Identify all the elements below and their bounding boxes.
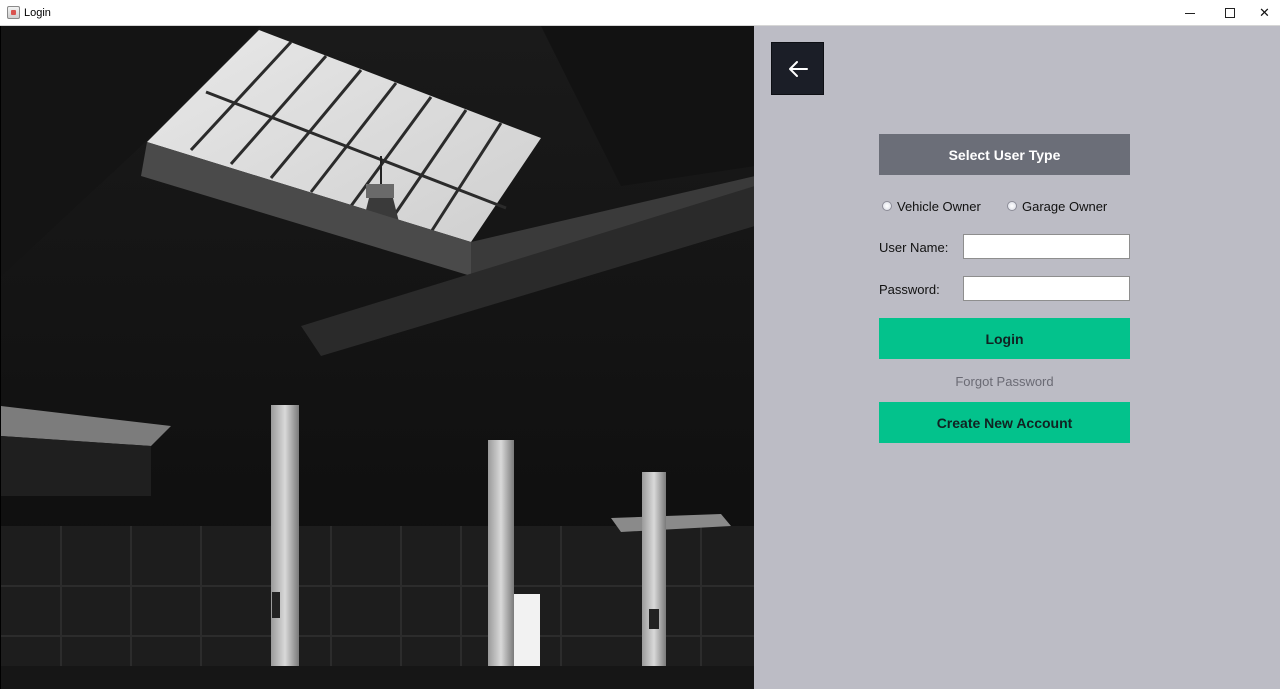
- vehicle-owner-radio[interactable]: Vehicle Owner: [882, 197, 981, 215]
- login-button[interactable]: Login: [879, 318, 1130, 359]
- maximize-icon: [1225, 8, 1235, 18]
- radio-circle-icon[interactable]: [1007, 201, 1017, 211]
- garage-owner-radio[interactable]: Garage Owner: [1007, 197, 1107, 215]
- back-button[interactable]: [771, 42, 824, 95]
- vehicle-owner-label: Vehicle Owner: [897, 198, 981, 214]
- login-form-panel: Select User Type Vehicle Owner Garage Ow…: [754, 26, 1280, 689]
- password-input[interactable]: [963, 276, 1130, 301]
- maximize-button[interactable]: [1210, 0, 1250, 26]
- create-new-account-button[interactable]: Create New Account: [879, 402, 1130, 443]
- java-app-icon: [7, 6, 20, 19]
- window-titlebar: Login ✕: [0, 0, 1280, 26]
- garage-owner-label: Garage Owner: [1022, 198, 1108, 214]
- minimize-icon: [1185, 12, 1195, 14]
- username-label: User Name:: [879, 240, 949, 255]
- close-icon: ✕: [1259, 5, 1270, 20]
- arrow-left-icon: [788, 60, 808, 77]
- warehouse-interior-image: [0, 26, 754, 689]
- window-title: Login: [24, 7, 51, 19]
- password-label: Password:: [879, 282, 940, 297]
- radio-circle-icon[interactable]: [882, 201, 892, 211]
- select-user-type-button[interactable]: Select User Type: [879, 134, 1130, 175]
- forgot-password-link[interactable]: Forgot Password: [879, 374, 1130, 389]
- username-input[interactable]: [963, 234, 1130, 259]
- minimize-button[interactable]: [1170, 0, 1210, 26]
- close-button[interactable]: ✕: [1249, 0, 1280, 26]
